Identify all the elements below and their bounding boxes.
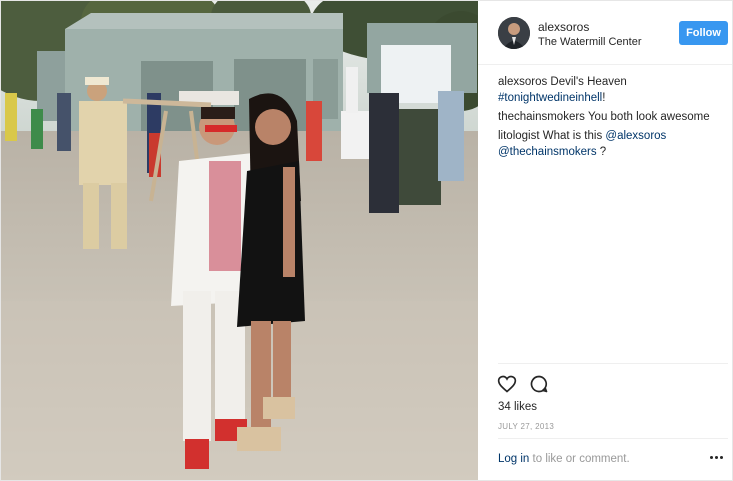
comment-item: litologist What is this @alexsoros @thec… bbox=[498, 128, 728, 160]
ellipsis-icon[interactable] bbox=[710, 455, 724, 461]
mention-link[interactable]: @alexsoros bbox=[605, 130, 666, 142]
comment-item: alexsoros Devil's Heaven #tonightwedinei… bbox=[498, 74, 728, 106]
comment-tail: ? bbox=[596, 146, 607, 158]
avatar-image bbox=[498, 17, 530, 49]
post-photo[interactable] bbox=[1, 1, 478, 480]
post-date: JULY 27, 2013 bbox=[498, 422, 555, 431]
comment-list: alexsoros Devil's Heaven #tonightwedinei… bbox=[498, 74, 728, 163]
post-footer: Log in to like or comment. bbox=[498, 438, 728, 480]
post-side-panel: alexsoros The Watermill Center Follow al… bbox=[478, 1, 732, 480]
mention-link[interactable]: @thechainsmokers bbox=[498, 146, 597, 158]
comment-text: What is this bbox=[542, 130, 603, 142]
login-link[interactable]: Log in bbox=[498, 453, 529, 465]
avatar[interactable] bbox=[498, 17, 530, 49]
login-prompt-text: to like or comment. bbox=[529, 453, 630, 465]
instagram-post: alexsoros The Watermill Center Follow al… bbox=[0, 0, 733, 481]
login-prompt: Log in to like or comment. bbox=[498, 453, 630, 465]
speech-bubble-icon[interactable] bbox=[529, 374, 549, 394]
follow-button[interactable]: Follow bbox=[679, 21, 728, 45]
comment-username[interactable]: litologist bbox=[498, 130, 540, 142]
comment-username[interactable]: thechainsmokers bbox=[498, 111, 585, 123]
party-photo-image bbox=[1, 1, 478, 480]
hashtag-link[interactable]: #tonightwedineinhell bbox=[498, 92, 602, 104]
comment-item: thechainsmokers You both look awesome bbox=[498, 109, 728, 125]
comment-text: Devil's Heaven bbox=[550, 76, 627, 88]
like-count[interactable]: 34 likes bbox=[498, 401, 537, 413]
header-location[interactable]: The Watermill Center bbox=[538, 36, 642, 48]
header-username[interactable]: alexsoros bbox=[538, 20, 589, 34]
comment-username[interactable]: alexsoros bbox=[498, 76, 547, 88]
comment-text: You both look awesome bbox=[587, 111, 710, 123]
comment-tail: ! bbox=[602, 92, 606, 104]
post-header: alexsoros The Watermill Center Follow bbox=[478, 1, 732, 65]
heart-icon[interactable] bbox=[497, 374, 517, 394]
